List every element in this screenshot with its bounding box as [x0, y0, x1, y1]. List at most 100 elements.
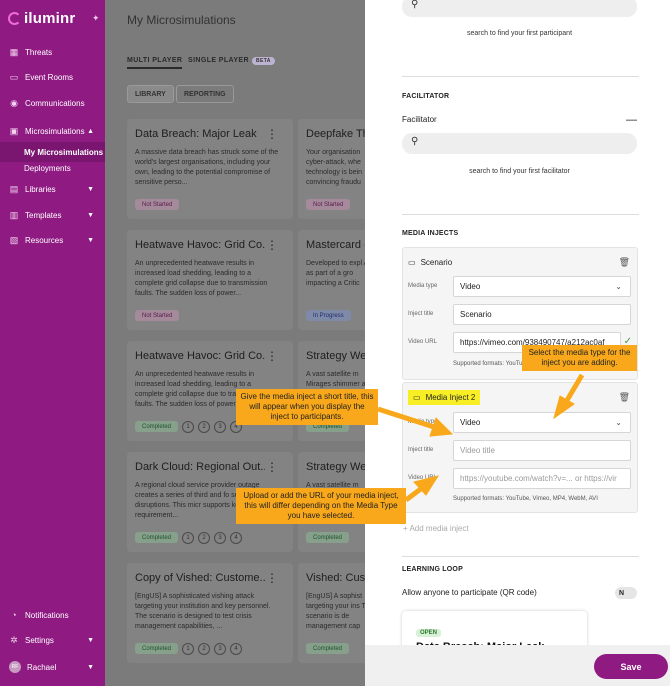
status-badge: Not Started [135, 199, 180, 210]
sidebar-item-templates[interactable]: ▥ Templates ▼ [0, 205, 105, 225]
pin-icon[interactable]: ✦ [92, 13, 100, 24]
gear-icon: ✲ [10, 634, 18, 645]
field-label: Inject title [408, 447, 434, 453]
status-badge: Completed [135, 421, 179, 432]
chat-icon: ▭ [9, 71, 19, 82]
facilitator-label: Facilitator [402, 115, 437, 124]
more-options-icon[interactable]: ⋮ [266, 460, 278, 474]
template-icon: ▥ [9, 209, 19, 220]
logo[interactable]: iluminr [8, 10, 75, 27]
sidebar-item-label: Threats [25, 47, 53, 57]
add-media-inject-button[interactable]: + Add media inject [403, 524, 469, 533]
sidebar-item-label: Deployments [24, 163, 71, 173]
media-injects-heading: MEDIA INJECTS [402, 230, 459, 237]
video-url-input[interactable]: https://youtube.com/watch?v=... or https… [453, 468, 631, 489]
step: 2 [198, 421, 210, 433]
sidebar-item-threats[interactable]: ▦ Threats [0, 42, 105, 62]
chevron-down-icon: ⌄ [615, 418, 622, 427]
sidebar-item-libraries[interactable]: ▤ Libraries ▼ [0, 179, 105, 199]
card-title: Dark Cloud: Regional Out... [135, 461, 265, 473]
inject-title-input[interactable]: Scenario [453, 304, 631, 325]
status-badge: Completed [135, 532, 179, 543]
callout-media-type: Select the media type for the inject you… [522, 345, 637, 371]
card-title: Heatwave Havoc: Grid Co... [135, 239, 265, 251]
qr-toggle[interactable]: N [615, 587, 637, 599]
field-label: Media type [408, 283, 438, 289]
resources-icon: ▧ [9, 234, 19, 245]
facilitator-hint: search to find your first facilitator [469, 168, 570, 175]
facilitator-search-input[interactable]: ⚲ [402, 133, 637, 154]
media-type-select[interactable]: Video ⌄ [453, 412, 631, 433]
supported-formats: Supported formats: YouTube, Vimeo, MP4, … [453, 496, 598, 502]
card-description: A massive data breach has struck some of… [135, 149, 279, 186]
tab-label: SINGLE PLAYER [188, 57, 249, 64]
search-icon: ⚲ [411, 136, 419, 147]
step: 2 [198, 643, 210, 655]
sidebar-item-microsimulations[interactable]: ▣ Microsimulations ▲ [0, 121, 105, 141]
filter-reporting[interactable]: REPORTING [176, 85, 234, 103]
sidebar-item-label: Templates [25, 210, 62, 220]
status-badge: Completed [306, 643, 350, 654]
video-camera-icon: ▭ [408, 258, 416, 267]
more-options-icon[interactable]: ⋮ [266, 127, 278, 141]
sidebar-item-resources[interactable]: ▧ Resources ▼ [0, 230, 105, 250]
trash-icon[interactable]: 🗑 [619, 392, 630, 403]
open-badge: OPEN [416, 629, 442, 637]
sim-card[interactable]: Data Breach: Major Leak ⋮ A massive data… [127, 119, 293, 219]
step: 1 [182, 532, 194, 544]
collapse-icon[interactable]: — [626, 114, 637, 126]
chevron-down-icon: ▼ [87, 636, 94, 644]
field-label: Video URL [408, 475, 437, 481]
tab-single-player[interactable]: SINGLE PLAYER BETA [188, 57, 275, 65]
card-title: Data Breach: Major Leak [135, 128, 257, 140]
sidebar-item-label: Settings [25, 635, 54, 645]
page-title: My Microsimulations [127, 13, 236, 27]
supported-formats: Supported formats: YouTu [453, 361, 523, 367]
sidebar-item-notifications[interactable]: ◔ Notifications [0, 605, 105, 625]
trash-icon[interactable]: 🗑 [619, 257, 630, 268]
save-button[interactable]: Save [594, 654, 668, 679]
select-value: Video [460, 282, 481, 291]
inject-name-highlight: ▭ Media Inject 2 [408, 390, 481, 405]
video-camera-icon: ▭ [413, 393, 421, 402]
status-badge: Not Started [306, 199, 351, 210]
participant-search-input[interactable]: ⚲ [402, 0, 637, 17]
chevron-down-icon: ▼ [87, 236, 94, 244]
step: 4 [230, 532, 242, 544]
avatar: RF [9, 661, 21, 673]
more-options-icon[interactable]: ⋮ [266, 571, 278, 585]
sidebar-item-label: My Microsimulations [24, 147, 104, 157]
media-type-select[interactable]: Video ⌄ [453, 276, 631, 297]
divider [402, 556, 639, 557]
divider [402, 76, 639, 77]
inject-header: ▭ Media Inject 2 [408, 390, 481, 405]
inject-title-input[interactable]: Video title [453, 440, 631, 461]
sidebar-item-label: Microsimulations [25, 126, 85, 136]
field-label: Media type [408, 419, 438, 425]
sidebar-item-settings[interactable]: ✲ Settings ▼ [0, 630, 105, 650]
filter-library[interactable]: LIBRARY [127, 85, 174, 103]
logo-text: iluminr [24, 10, 76, 27]
more-options-icon[interactable]: ⋮ [266, 349, 278, 363]
sim-card[interactable]: Heatwave Havoc: Grid Co... ⋮ An unpreced… [127, 230, 293, 330]
search-icon: ⚲ [411, 0, 419, 10]
sidebar-item-user[interactable]: RF Rachael ▼ [0, 657, 105, 677]
chevron-down-icon: ▼ [87, 663, 94, 671]
sidebar-item-event-rooms[interactable]: ▭ Event Rooms [0, 67, 105, 87]
bell-icon: ◔ [11, 610, 17, 620]
more-options-icon[interactable]: ⋮ [266, 238, 278, 252]
sidebar-item-label: Libraries [25, 184, 56, 194]
sidebar-item-deployments[interactable]: Deployments [0, 158, 105, 178]
step-indicators: 1 2 3 4 [182, 643, 242, 655]
field-label: Inject title [408, 311, 434, 317]
step: 3 [214, 532, 226, 544]
sim-card[interactable]: Copy of Vished: Custome... ⋮ [EngUS] A s… [127, 563, 293, 663]
inject-name: Scenario [420, 258, 453, 267]
chevron-up-icon: ▲ [87, 127, 94, 135]
tab-multi-player[interactable]: MULTI PLAYER [127, 57, 183, 69]
card-description: An unprecedented heatwave results in inc… [135, 260, 268, 297]
step: 3 [214, 421, 226, 433]
step: 4 [230, 643, 242, 655]
sidebar-item-communications[interactable]: ◉ Communications [0, 93, 105, 113]
callout-url: Upload or add the URL of your media inje… [236, 488, 406, 524]
